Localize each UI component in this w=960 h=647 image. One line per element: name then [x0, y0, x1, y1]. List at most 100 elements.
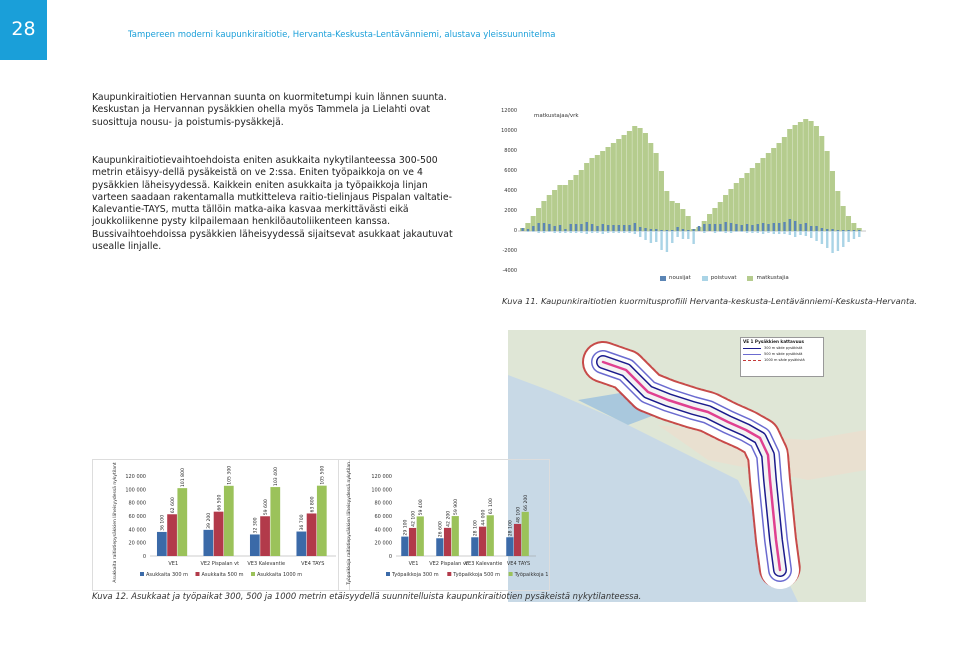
- legend-label: Työpaikkoja 1000 m: [514, 572, 548, 578]
- legend-swatch-nousijat: [660, 275, 666, 281]
- profile-bar-nousijat: [633, 223, 637, 231]
- profile-bar-nousijat: [580, 224, 583, 231]
- residents-chart: 120 000 100 000 80 000 60 000 40 000 20 000 0 A…: [112, 462, 336, 583]
- profile-bar-poistuvat: [713, 231, 717, 233]
- legend-label-matkustajia: matkustajia: [756, 275, 789, 281]
- bar-value-label: 62 600: [170, 497, 176, 513]
- profile-bar-nousijat: [671, 230, 674, 231]
- bar-value-label: 59 400: [418, 499, 424, 515]
- category-label: VE1: [409, 561, 419, 567]
- profile-bar-nousijat: [606, 225, 610, 231]
- profile-bar-matkustajia: [658, 171, 664, 231]
- map-legend-500: 500 m säde pysäkistä: [764, 352, 803, 356]
- profile-bar-matkustajia: [653, 153, 659, 231]
- caption-kuva-12: Kuva 12. Asukkaat ja työpaikat 300, 500 …: [92, 591, 642, 601]
- legend-swatch: [447, 572, 452, 576]
- bar-asukkaita-500-m: [306, 513, 317, 556]
- profile-bar-matkustajia: [648, 143, 654, 231]
- y-tick-label: 20 000: [375, 541, 393, 547]
- profile-bar-nousijat: [532, 226, 535, 231]
- bar-value-label: 66 200: [523, 495, 529, 511]
- map-legend-300: 300 m säde pysäkistä: [764, 346, 803, 350]
- profile-bar-poistuvat: [655, 231, 658, 242]
- legend-swatch-matkustajia: [747, 275, 754, 281]
- bar-value-label: 36 100: [160, 515, 166, 531]
- profile-bar-matkustajia: [792, 125, 798, 231]
- legend-swatch: [195, 572, 200, 576]
- profile-bar-nousijat: [601, 224, 605, 231]
- y-tick-label: 60 000: [375, 514, 393, 520]
- profile-bar-nousijat: [836, 230, 840, 231]
- bar-työpaikkoja-500-m: [443, 527, 452, 556]
- profile-bar-nousijat: [852, 230, 856, 231]
- profile-bar-matkustajia: [573, 175, 579, 231]
- profile-bar-poistuvat: [777, 231, 781, 234]
- category-label: VE1: [168, 561, 178, 567]
- profile-bar-poistuvat: [740, 231, 743, 232]
- profile-bar-matkustajia: [557, 185, 563, 231]
- profile-bar-nousijat: [526, 229, 530, 231]
- profile-bar-matkustajia: [851, 223, 857, 231]
- profile-bar-nousijat: [639, 227, 642, 231]
- legend-swatch: [140, 572, 144, 576]
- bar-työpaikkoja-1000-m: [486, 515, 494, 556]
- y-axis-label: Asukkaita raitiotiepysäkkien läheisyydes…: [112, 462, 118, 583]
- y-tick-label: 20 000: [129, 541, 147, 547]
- profile-bar-poistuvat: [649, 231, 653, 243]
- profile-bar-nousijat: [815, 226, 818, 231]
- profile-bar-nousijat: [644, 228, 647, 231]
- profile-bar-matkustajia: [781, 137, 787, 231]
- profile-y-tick: -4000: [502, 268, 517, 274]
- profile-bar-matkustajia: [600, 151, 606, 231]
- profile-bar-matkustajia: [584, 163, 590, 231]
- profile-bar-matkustajia: [637, 128, 643, 231]
- profile-bar-matkustajia: [771, 148, 777, 231]
- profile-bar-poistuvat: [852, 231, 856, 239]
- profile-bar-nousijat: [558, 225, 562, 231]
- profile-bar-nousijat: [735, 224, 738, 231]
- profile-bar-matkustajia: [578, 170, 584, 231]
- profile-bar-poistuvat: [564, 231, 567, 233]
- profile-bar-poistuvat: [793, 231, 797, 237]
- y-axis-label: Työpaikkoja raitiotiepysäkkien läheisyyd…: [346, 462, 352, 586]
- bar-työpaikkoja-1000-m: [416, 516, 424, 556]
- profile-bar-matkustajia: [733, 183, 739, 231]
- profile-bar-nousijat: [799, 224, 802, 231]
- y-tick-label: 100 000: [125, 487, 146, 493]
- profile-bar-nousijat: [740, 225, 743, 231]
- profile-bar-poistuvat: [585, 231, 588, 234]
- bar-value-label: 36 700: [299, 514, 305, 530]
- profile-bar-poistuvat: [820, 231, 824, 244]
- profile-bar-nousijat: [617, 225, 621, 231]
- profile-bar-matkustajia: [642, 133, 648, 231]
- profile-bar-matkustajia: [685, 216, 691, 231]
- bar-value-label: 66 500: [216, 495, 222, 511]
- profile-bar-poistuvat: [826, 231, 829, 248]
- profile-bar-poistuvat: [548, 231, 551, 232]
- profile-y-tick: 8000: [504, 148, 517, 154]
- profile-bar-nousijat: [687, 230, 690, 231]
- profile-bar-matkustajia: [808, 121, 814, 231]
- profile-bar-poistuvat: [719, 231, 722, 232]
- bar-value-label: 59 600: [263, 499, 269, 515]
- profile-bar-poistuvat: [783, 231, 786, 234]
- bar-asukkaita-1000-m: [316, 485, 327, 556]
- profile-bar-nousijat: [622, 225, 626, 231]
- profile-bar-poistuvat: [526, 231, 530, 232]
- profile-bar-nousijat: [596, 226, 599, 231]
- profile-bar-nousijat: [772, 223, 776, 231]
- profile-bar-matkustajia: [605, 147, 611, 231]
- profile-bar-poistuvat: [665, 231, 669, 252]
- profile-bar-matkustajia: [674, 203, 681, 231]
- profile-bar-matkustajia: [835, 191, 841, 231]
- profile-bar-matkustajia: [626, 131, 632, 231]
- profile-bar-nousijat: [553, 226, 556, 231]
- profile-bar-poistuvat: [633, 231, 637, 234]
- bar-value-label: 26 600: [438, 521, 444, 537]
- profile-bar-poistuvat: [692, 231, 695, 244]
- profile-bar-matkustajia: [755, 163, 761, 231]
- y-tick-label: 80 000: [129, 501, 147, 507]
- profile-bar-matkustajia: [840, 206, 846, 231]
- map-legend: VE 1 Pysäkkien kattavuus 300 m säde pysä…: [740, 337, 824, 377]
- profile-bar-nousijat: [751, 225, 754, 231]
